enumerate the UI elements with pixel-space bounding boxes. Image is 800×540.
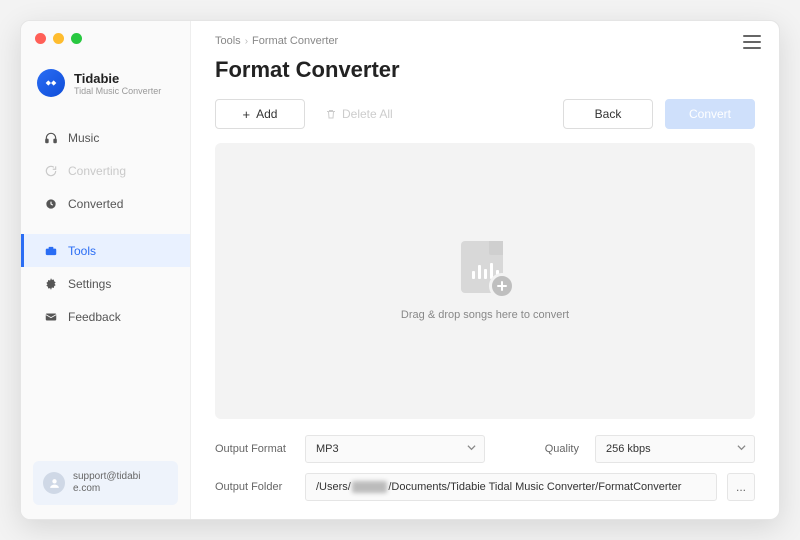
brand: Tidabie Tidal Music Converter: [21, 61, 190, 115]
app-window: Tidabie Tidal Music Converter Music Conv…: [20, 20, 780, 520]
delete-all-button: Delete All: [317, 107, 401, 121]
window-controls: [35, 33, 82, 44]
sidebar-item-converted[interactable]: Converted: [21, 187, 190, 220]
breadcrumb: Tools › Format Converter: [215, 35, 755, 47]
refresh-icon: [43, 163, 58, 178]
brand-subtitle: Tidal Music Converter: [74, 86, 161, 96]
menu-button[interactable]: [743, 35, 761, 49]
output-settings: Output Format MP3 Quality 256 kbps Outpu…: [215, 435, 755, 501]
output-folder-label: Output Folder: [215, 481, 295, 493]
output-folder-input[interactable]: /Users/xxxxx/Documents/Tidabie Tidal Mus…: [305, 473, 717, 501]
sidebar-item-music[interactable]: Music: [21, 121, 190, 154]
sidebar-item-tools[interactable]: Tools: [21, 234, 190, 267]
dropzone-icon: [457, 241, 513, 297]
redacted-segment: xxxxx: [352, 481, 388, 493]
sidebar-item-label: Settings: [68, 277, 111, 291]
breadcrumb-current: Format Converter: [252, 35, 338, 47]
headphones-icon: [43, 130, 58, 145]
sidebar-item-label: Tools: [68, 244, 96, 258]
quality-value: 256 kbps: [606, 443, 651, 455]
breadcrumb-root[interactable]: Tools: [215, 35, 241, 47]
quality-select[interactable]: 256 kbps: [595, 435, 755, 463]
main-content: Tools › Format Converter Format Converte…: [191, 21, 779, 519]
add-button[interactable]: + Add: [215, 99, 305, 129]
back-button-label: Back: [595, 107, 622, 121]
dropzone-hint: Drag & drop songs here to convert: [401, 309, 569, 321]
convert-button-label: Convert: [689, 107, 731, 121]
window-zoom-button[interactable]: [71, 33, 82, 44]
convert-button: Convert: [665, 99, 755, 129]
chevron-right-icon: ›: [245, 36, 248, 47]
output-format-label: Output Format: [215, 443, 295, 455]
sidebar-item-feedback[interactable]: Feedback: [21, 300, 190, 333]
page-title: Format Converter: [215, 57, 755, 83]
brand-text: Tidabie Tidal Music Converter: [74, 71, 161, 96]
ellipsis-icon: ...: [736, 480, 746, 494]
dropzone[interactable]: Drag & drop songs here to convert: [215, 143, 755, 419]
sidebar: Tidabie Tidal Music Converter Music Conv…: [21, 21, 191, 519]
trash-icon: [325, 108, 337, 120]
quality-label: Quality: [545, 443, 579, 455]
plus-icon: +: [243, 107, 251, 122]
sidebar-item-label: Music: [68, 131, 99, 145]
sidebar-item-label: Feedback: [68, 310, 121, 324]
support-email: support@tidabie.com: [73, 471, 140, 495]
toolbox-icon: [43, 243, 58, 258]
sidebar-nav: Music Converting Converted Tools Setting…: [21, 121, 190, 333]
delete-all-label: Delete All: [342, 107, 393, 121]
add-button-label: Add: [256, 107, 277, 121]
sidebar-item-label: Converting: [68, 164, 126, 178]
chevron-down-icon: [737, 443, 746, 455]
brand-name: Tidabie: [74, 71, 161, 86]
output-format-select[interactable]: MP3: [305, 435, 485, 463]
support-card[interactable]: support@tidabie.com: [33, 461, 178, 505]
row-output-folder: Output Folder /Users/xxxxx/Documents/Tid…: [215, 473, 755, 501]
window-close-button[interactable]: [35, 33, 46, 44]
plus-circle-icon: [489, 273, 515, 299]
sidebar-item-label: Converted: [68, 197, 123, 211]
toolbar: + Add Delete All Back Convert: [215, 99, 755, 129]
brand-logo-icon: [37, 69, 65, 97]
chevron-down-icon: [467, 443, 476, 455]
back-button[interactable]: Back: [563, 99, 653, 129]
sidebar-item-settings[interactable]: Settings: [21, 267, 190, 300]
sidebar-item-converting[interactable]: Converting: [21, 154, 190, 187]
window-minimize-button[interactable]: [53, 33, 64, 44]
gear-icon: [43, 276, 58, 291]
mail-icon: [43, 309, 58, 324]
clock-icon: [43, 196, 58, 211]
avatar-icon: [43, 472, 65, 494]
row-output-format: Output Format MP3 Quality 256 kbps: [215, 435, 755, 463]
browse-folder-button[interactable]: ...: [727, 473, 755, 501]
output-format-value: MP3: [316, 443, 339, 455]
